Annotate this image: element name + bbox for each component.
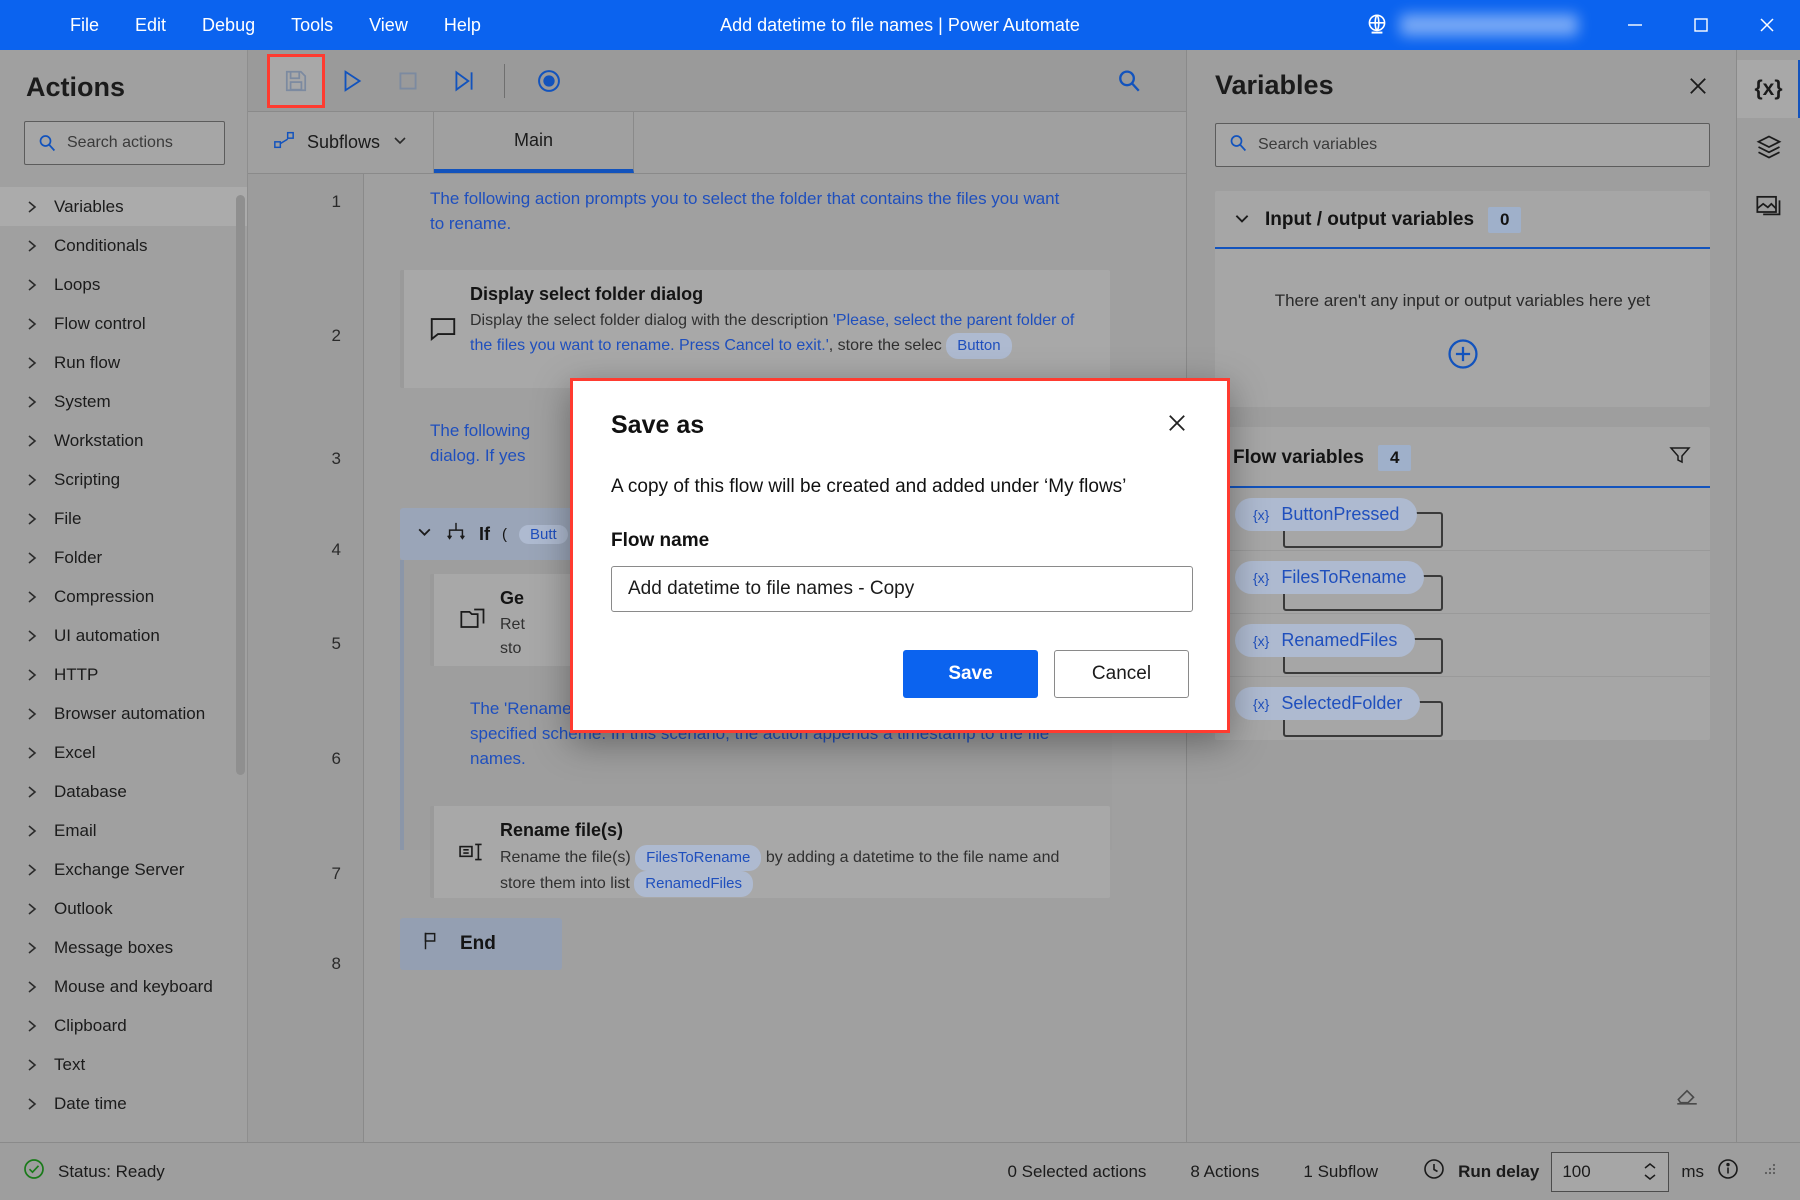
dialog-header: Save as	[611, 411, 1189, 440]
flow-name-input[interactable]: Add datetime to file names - Copy	[611, 566, 1193, 612]
save-button[interactable]: Save	[903, 650, 1038, 698]
flow-name-label: Flow name	[611, 530, 1189, 552]
power-automate-window: File Edit Debug Tools View Help Add date…	[0, 0, 1800, 1200]
cancel-button[interactable]: Cancel	[1054, 650, 1189, 698]
dialog-title: Save as	[611, 411, 704, 440]
dialog-subtitle: A copy of this flow will be created and …	[611, 476, 1189, 498]
dialog-actions: Save Cancel	[611, 650, 1189, 698]
save-as-dialog: Save as A copy of this flow will be crea…	[570, 378, 1230, 733]
close-icon[interactable]	[1165, 411, 1189, 435]
flow-name-value: Add datetime to file names - Copy	[628, 578, 914, 600]
